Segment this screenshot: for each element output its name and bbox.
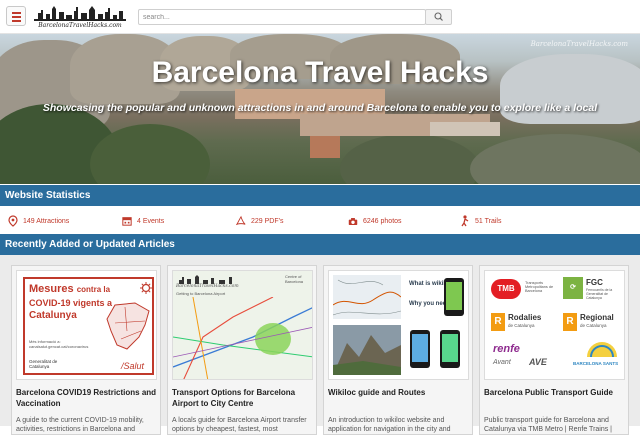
- rodalies-label: Rodalies: [508, 313, 542, 322]
- article-title[interactable]: Wikiloc guide and Routes: [328, 387, 470, 398]
- page-title: Barcelona Travel Hacks: [151, 56, 489, 89]
- ave-label: AVE: [529, 357, 547, 367]
- thumb-covid-line: COVID-19 vigents a: [29, 298, 113, 308]
- article-description: A locals guide for Barcelona Airport tra…: [172, 417, 307, 433]
- rodalies-sub: de Catalunya: [508, 323, 535, 328]
- article-card-transport[interactable]: TMB Transports Metropolitans de Barcelon…: [479, 265, 629, 435]
- hamburger-menu-icon[interactable]: [6, 6, 26, 26]
- article-thumbnail[interactable]: What is wikiloc Why you need it.: [328, 270, 469, 380]
- thumb-more-info: Més informació a: canalsalut.gencat.cat/…: [29, 339, 89, 349]
- stat-trails-label: 51 Trails: [475, 217, 502, 225]
- regional-sub: de Catalunya: [580, 323, 607, 328]
- article-title[interactable]: Transport Options for Barcelona Airport …: [172, 387, 314, 409]
- fgc-logo-icon: ⟳: [563, 277, 583, 299]
- stat-events[interactable]: 4 Events: [122, 214, 164, 228]
- regional-r-icon: R: [563, 313, 577, 331]
- article-card-airport[interactable]: BarcelonaTravelHacks.com Getting to Barc…: [167, 265, 317, 435]
- sun-logo-icon: [587, 342, 617, 358]
- hiker-icon: [460, 215, 470, 227]
- thumb-side: Centre of Barcelona: [285, 274, 304, 284]
- hero-watermark: BarcelonaTravelHacks.com: [530, 40, 628, 48]
- article-description: A guide to the current COVID-19 mobility…: [16, 417, 144, 433]
- article-thumbnail[interactable]: Mesures contra la COVID-19 vigents a Cat…: [16, 270, 157, 380]
- article-card-covid[interactable]: Mesures contra la COVID-19 vigents a Cat…: [11, 265, 161, 435]
- stat-attractions-label: 149 Attractions: [23, 217, 70, 225]
- tmb-logo: TMB: [491, 279, 521, 299]
- stat-attractions[interactable]: 149 Attractions: [8, 214, 69, 228]
- article-title[interactable]: Barcelona Public Transport Guide: [484, 387, 626, 398]
- article-description: An introduction to wikiloc website and a…: [328, 417, 451, 433]
- topo-map-icon: [333, 275, 401, 319]
- camera-icon: [348, 215, 358, 227]
- sants-label: BARCELONA SANTS: [573, 361, 619, 366]
- search-button[interactable]: [425, 9, 452, 25]
- search-icon: [434, 12, 443, 21]
- logo-text: BarcelonaTravelHacks.com: [38, 22, 122, 29]
- thumb-catalunya: Catalunya: [29, 310, 77, 321]
- article-thumbnail[interactable]: TMB Transports Metropolitans de Barcelon…: [484, 270, 625, 380]
- regional-label: Regional: [580, 313, 614, 322]
- phone-icon: [440, 330, 460, 368]
- mountain-photo-icon: [333, 325, 401, 375]
- article-title[interactable]: Barcelona COVID19 Restrictions and Vacci…: [16, 387, 158, 409]
- site-logo[interactable]: BarcelonaTravelHacks.com: [34, 5, 126, 29]
- pdf-icon: [236, 215, 246, 227]
- thumb-salut: /Salut: [121, 361, 145, 371]
- thumb-mesures: Mesures: [29, 283, 74, 295]
- article-thumbnail[interactable]: BarcelonaTravelHacks.com Getting to Barc…: [172, 270, 313, 380]
- article-description: Public transport guide for Barcelona and…: [484, 417, 613, 433]
- hero-banner: BarcelonaTravelHacks.com Barcelona Trave…: [0, 34, 640, 184]
- search-input[interactable]: [138, 9, 426, 25]
- catalonia-map-icon: [106, 302, 150, 350]
- stats-row: 149 Attractions 4 Events 229 PDF's 6246 …: [0, 206, 640, 234]
- skyline-logo-icon: [34, 6, 126, 21]
- articles-grid: Mesures contra la COVID-19 vigents a Cat…: [0, 255, 640, 435]
- fgc-sub: Ferrocarrils de la Generalitat de Catalu…: [586, 288, 613, 300]
- section-heading-stats: Website Statistics: [0, 185, 640, 206]
- rodalies-r-icon: R: [491, 313, 505, 331]
- thumb-generalitat: Generalitat de Catalunya: [29, 359, 58, 369]
- renfe-logo: renfe: [493, 343, 520, 355]
- phone-icon: [444, 278, 464, 316]
- tmb-sub: Transports Metropolitans de Barcelona: [525, 281, 554, 293]
- fgc-label: FGC: [586, 278, 603, 287]
- avant-label: Avant: [493, 359, 511, 366]
- top-bar: BarcelonaTravelHacks.com: [0, 0, 640, 34]
- stat-pdfs[interactable]: 229 PDF's: [236, 214, 283, 228]
- section-heading-articles: Recently Added or Updated Articles: [0, 234, 640, 255]
- thumb-sub: Getting to Barcelona Airport: [176, 291, 226, 296]
- stat-events-label: 4 Events: [137, 217, 165, 225]
- stat-trails[interactable]: 51 Trails: [460, 214, 501, 228]
- route-map-icon: [173, 297, 312, 379]
- stat-pdfs-label: 229 PDF's: [251, 217, 284, 225]
- map-pin-icon: [8, 215, 18, 227]
- virus-icon: [140, 282, 152, 294]
- calendar-icon: [122, 215, 132, 227]
- stat-photos-label: 6246 photos: [363, 217, 402, 225]
- phone-icon: [410, 330, 430, 368]
- hero-subtitle: Showcasing the popular and unknown attra…: [42, 102, 598, 114]
- thumb-contra: contra la: [76, 285, 111, 294]
- article-card-wikiloc[interactable]: What is wikiloc Why you need it. Wikiloc…: [323, 265, 473, 435]
- thumb-caption: BarcelonaTravelHacks.com: [176, 284, 239, 289]
- stat-photos[interactable]: 6246 photos: [348, 214, 402, 228]
